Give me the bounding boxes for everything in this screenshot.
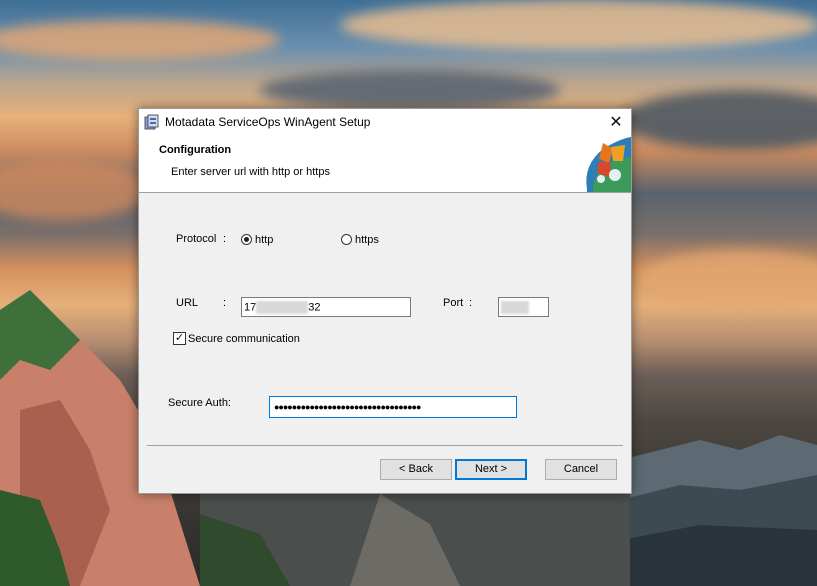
radio-https-label[interactable]: https (355, 234, 379, 246)
banner-subtitle: Enter server url with http or https (171, 166, 330, 178)
cloud (0, 160, 150, 220)
protocol-label: Protocol (176, 233, 217, 245)
close-button[interactable]: ✕ (601, 109, 631, 135)
window-title: Motadata ServiceOps WinAgent Setup (165, 115, 371, 129)
radio-http-label[interactable]: http (255, 234, 273, 246)
url-input[interactable]: 17 32 (241, 297, 411, 317)
setup-dialog: Motadata ServiceOps WinAgent Setup ✕ Con… (138, 108, 632, 494)
header-banner: Configuration Enter server url with http… (139, 135, 631, 193)
port-input[interactable] (498, 297, 549, 317)
secure-auth-masked-value: ●●●●●●●●●●●●●●●●●●●●●●●●●●●●●●●●● (274, 402, 421, 412)
radio-https[interactable] (341, 234, 352, 245)
checkmark-icon: ✓ (174, 332, 185, 344)
mountain-right (620, 435, 817, 586)
cloud (640, 250, 817, 310)
installer-app-icon (144, 114, 159, 130)
secure-communication-checkbox[interactable]: ✓ (173, 332, 186, 345)
url-value-prefix: 17 (244, 301, 257, 314)
secure-auth-password-input[interactable]: ●●●●●●●●●●●●●●●●●●●●●●●●●●●●●●●●● (269, 396, 517, 418)
cloud (260, 70, 560, 110)
url-value-suffix: 32 (308, 301, 321, 314)
radio-http[interactable] (241, 234, 252, 245)
secure-auth-label: Secure Auth: (168, 397, 231, 409)
close-icon: ✕ (609, 114, 623, 131)
secure-communication-label[interactable]: Secure communication (188, 333, 300, 345)
protocol-colon: : (223, 233, 227, 245)
desktop-wallpaper: Motadata ServiceOps WinAgent Setup ✕ Con… (0, 0, 817, 586)
cloud (620, 90, 817, 150)
url-redacted-segment (256, 301, 309, 314)
ridge-bottom (200, 494, 630, 586)
title-bar[interactable]: Motadata ServiceOps WinAgent Setup ✕ (139, 109, 631, 135)
url-colon: : (223, 297, 227, 309)
cloud (0, 20, 280, 60)
port-label: Port (443, 297, 464, 309)
footer-divider (147, 445, 623, 446)
url-label: URL (176, 297, 199, 309)
banner-title: Configuration (159, 144, 232, 156)
back-button[interactable]: < Back (380, 459, 452, 480)
motadata-puzzle-logo-icon (583, 135, 631, 192)
next-button[interactable]: Next > (455, 459, 527, 480)
port-colon: : (469, 297, 473, 309)
cancel-button[interactable]: Cancel (545, 459, 617, 480)
cloud (340, 0, 817, 50)
port-redacted-value (501, 301, 529, 314)
